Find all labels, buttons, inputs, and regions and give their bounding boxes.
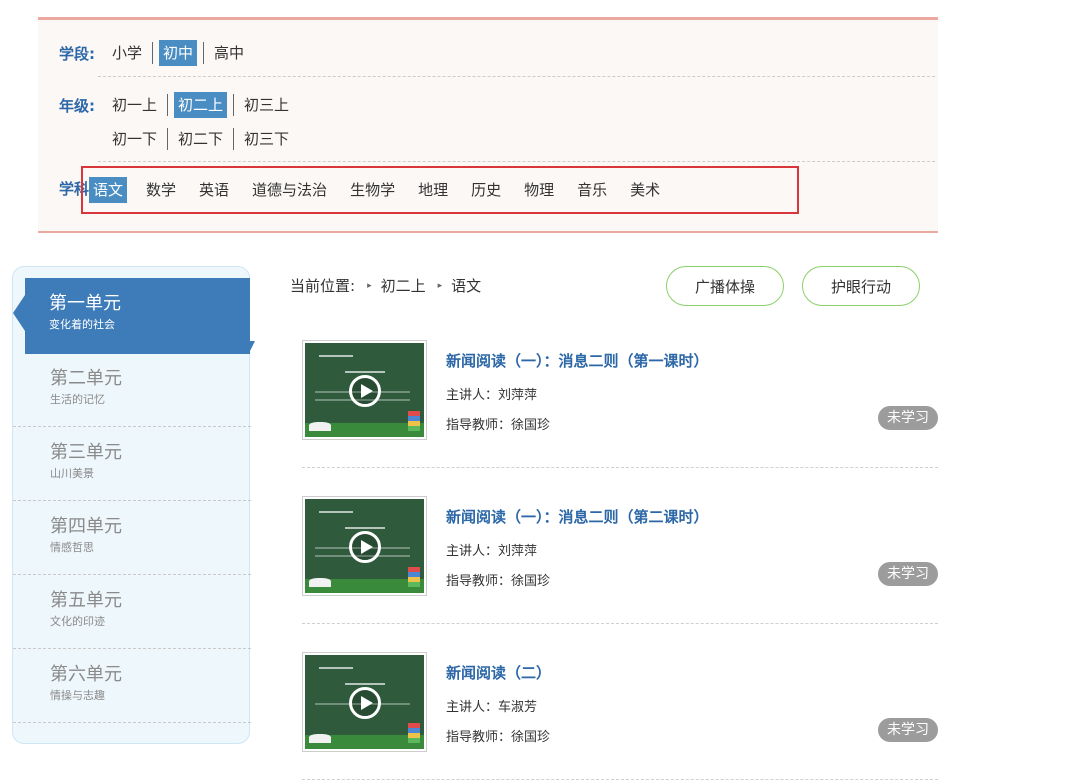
divider: [98, 161, 935, 162]
filter-panel: 学段: 小学 初中 高中 年级: 初一上 初二上 初三上 初一下 初二下 初三下…: [38, 17, 938, 233]
chevron-right-icon: ▸: [437, 280, 443, 291]
unit-item-6[interactable]: 第六单元 情操与志趣: [13, 649, 251, 723]
lesson-advisor: 指导教师：徐国珍: [446, 574, 551, 589]
chalkboard-image: [305, 499, 424, 593]
chalkboard-image: [305, 343, 424, 437]
divider: [167, 94, 169, 116]
status-badge: 未学习: [878, 562, 938, 586]
unit-subtitle: 文化的印迹: [50, 615, 105, 628]
unit-title: 第六单元: [50, 664, 122, 685]
eye-care-button[interactable]: 护眼行动: [802, 266, 920, 306]
lesson-advisor: 指导教师：徐国珍: [446, 730, 551, 745]
subject-option-math[interactable]: 数学: [142, 177, 180, 203]
radio-exercise-button[interactable]: 广播体操: [666, 266, 784, 306]
subject-option-physics[interactable]: 物理: [520, 177, 558, 203]
unit-subtitle: 生活的记忆: [50, 393, 105, 406]
subject-option-history[interactable]: 历史: [467, 177, 505, 203]
unit-title: 第三单元: [50, 442, 122, 463]
lesson-item-1: 新闻阅读（一）：消息二则（第一课时） 主讲人：刘萍萍 指导教师：徐国珍 未学习: [302, 340, 938, 468]
lesson-title[interactable]: 新闻阅读（一）：消息二则（第一课时）: [446, 350, 709, 371]
divider: [167, 128, 169, 150]
arrow-left-icon: [13, 295, 25, 331]
divider: [152, 42, 154, 64]
lesson-item-2: 新闻阅读（一）：消息二则（第二课时） 主讲人：刘萍萍 指导教师：徐国珍 未学习: [302, 496, 938, 624]
grade-label: 年级:: [59, 96, 95, 115]
grade-option-9a[interactable]: 初三上: [240, 92, 293, 118]
unit-item-1[interactable]: 第一单元 变化着的社会: [25, 278, 250, 354]
lesson-title[interactable]: 新闻阅读（一）：消息二则（第二课时）: [446, 506, 709, 527]
breadcrumb-subject[interactable]: 语文: [451, 275, 481, 296]
unit-subtitle: 情感哲思: [50, 541, 94, 554]
grade-option-8a[interactable]: 初二上: [174, 92, 228, 118]
unit-title: 第四单元: [50, 516, 122, 537]
unit-subtitle: 山川美景: [50, 467, 94, 480]
subject-option-biology[interactable]: 生物学: [346, 177, 399, 203]
subject-option-geography[interactable]: 地理: [414, 177, 452, 203]
lesson-thumbnail[interactable]: [302, 496, 427, 596]
unit-subtitle: 变化着的社会: [49, 318, 115, 331]
lesson-presenter: 主讲人：刘萍萍: [446, 544, 538, 559]
grade-filter-row-2: 初一下 初二下 初三下: [108, 126, 293, 152]
subject-option-english[interactable]: 英语: [195, 177, 233, 203]
unit-item-4[interactable]: 第四单元 情感哲思: [13, 501, 251, 575]
chalkboard-image: [305, 655, 424, 749]
lesson-advisor: 指导教师：徐国珍: [446, 418, 551, 433]
tab-tail: [249, 341, 255, 353]
stage-option-junior[interactable]: 初中: [159, 40, 198, 66]
unit-title: 第五单元: [50, 590, 122, 611]
subject-option-chinese[interactable]: 语文: [89, 177, 128, 203]
play-circle-icon[interactable]: [349, 531, 381, 563]
stage-option-primary[interactable]: 小学: [108, 40, 146, 66]
stage-filter-row: 学段: 小学 初中 高中: [38, 40, 248, 66]
lesson-presenter: 主讲人：刘萍萍: [446, 388, 538, 403]
subject-option-morality-law[interactable]: 道德与法治: [248, 177, 331, 203]
unit-subtitle: 情操与志趣: [50, 689, 105, 702]
divider: [98, 76, 935, 77]
lesson-item-3: 新闻阅读（二） 主讲人：车淑芳 指导教师：徐国珍 未学习: [302, 652, 938, 780]
stage-label: 学段:: [59, 44, 95, 63]
grade-option-7a[interactable]: 初一上: [108, 92, 161, 118]
status-badge: 未学习: [878, 406, 938, 430]
subject-options-highlight: 语文 数学 英语 道德与法治 生物学 地理 历史 物理 音乐 美术: [81, 166, 799, 214]
unit-item-2[interactable]: 第二单元 生活的记忆: [13, 353, 251, 427]
stage-option-senior[interactable]: 高中: [210, 40, 248, 66]
grade-option-7b[interactable]: 初一下: [108, 126, 161, 152]
play-circle-icon[interactable]: [349, 687, 381, 719]
subject-option-art[interactable]: 美术: [626, 177, 664, 203]
divider: [233, 128, 235, 150]
subject-option-music[interactable]: 音乐: [573, 177, 611, 203]
unit-title: 第二单元: [50, 368, 122, 389]
lesson-thumbnail[interactable]: [302, 652, 427, 752]
unit-title: 第一单元: [49, 293, 121, 314]
divider: [233, 94, 235, 116]
divider: [203, 42, 205, 64]
lesson-presenter: 主讲人：车淑芳: [446, 700, 538, 715]
lesson-thumbnail[interactable]: [302, 340, 427, 440]
grade-option-9b[interactable]: 初三下: [240, 126, 293, 152]
breadcrumb: 当前位置: ▸ 初二上 ▸ 语文: [290, 275, 481, 296]
grade-filter-row: 年级: 初一上 初二上 初三上: [38, 92, 293, 118]
lesson-title[interactable]: 新闻阅读（二）: [446, 662, 551, 683]
status-badge: 未学习: [878, 718, 938, 742]
grade-option-8b[interactable]: 初二下: [174, 126, 227, 152]
play-circle-icon[interactable]: [349, 375, 381, 407]
breadcrumb-grade[interactable]: 初二上: [381, 275, 426, 296]
chevron-right-icon: ▸: [367, 280, 372, 291]
breadcrumb-label: 当前位置:: [290, 277, 356, 295]
unit-item-5[interactable]: 第五单元 文化的印迹: [13, 575, 251, 649]
unit-item-3[interactable]: 第三单元 山川美景: [13, 427, 251, 501]
